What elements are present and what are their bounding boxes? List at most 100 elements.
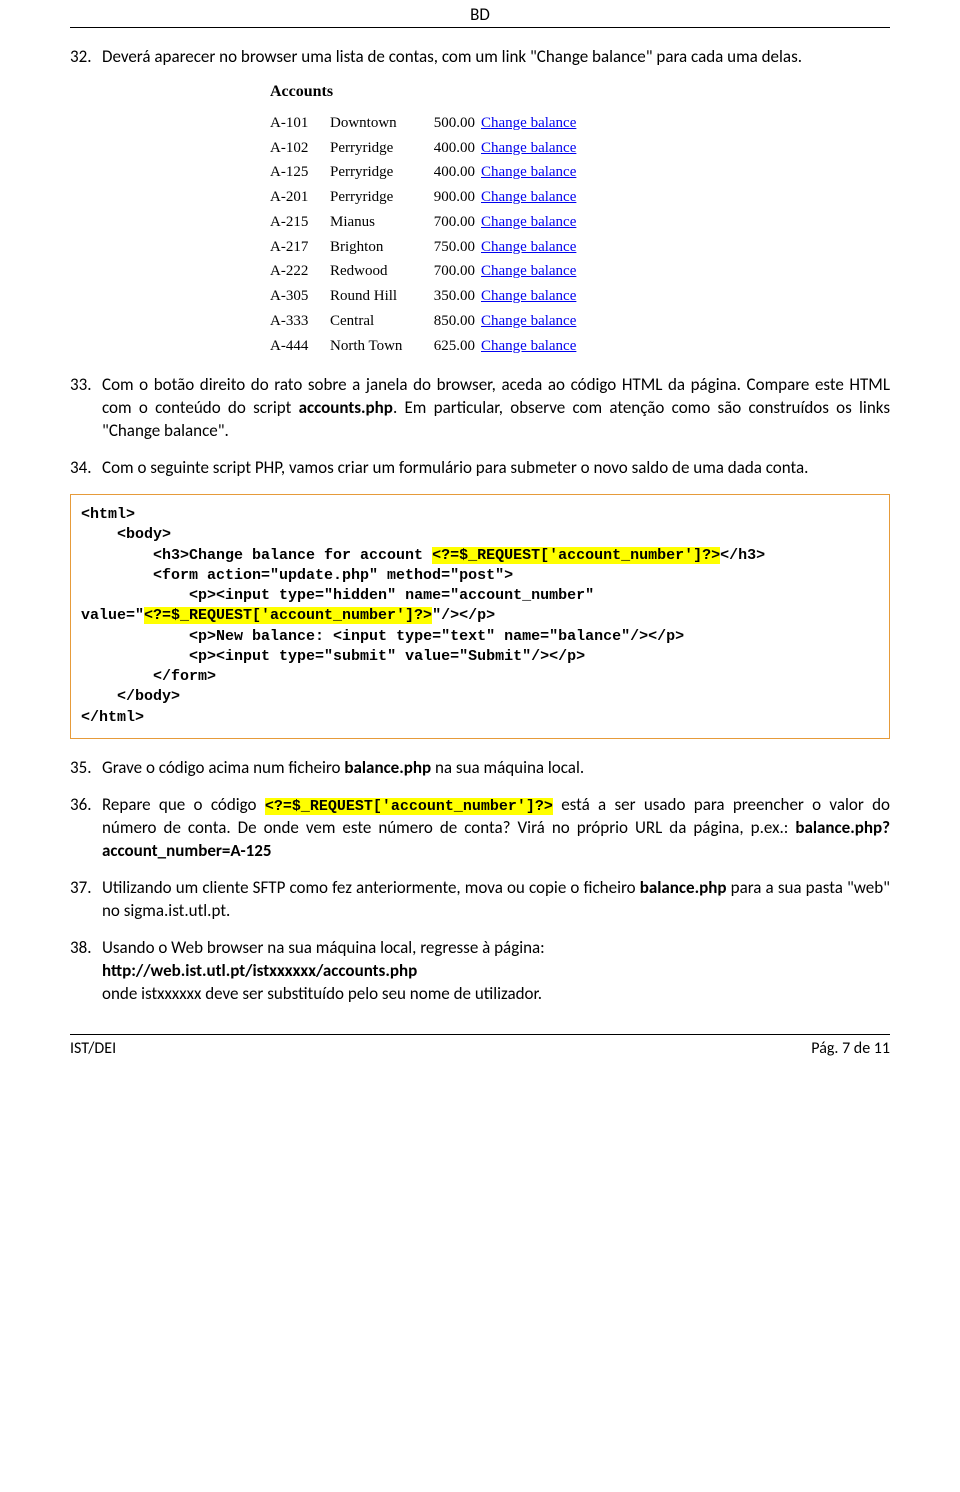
step-number: 35. xyxy=(70,757,102,780)
text-line: Usando o Web browser na sua máquina loca… xyxy=(102,937,890,960)
table-row: A-201 Perryridge 900.00 Change balance xyxy=(270,185,890,210)
change-balance-link[interactable]: Change balance xyxy=(481,185,576,210)
step-number: 32. xyxy=(70,46,102,69)
accounts-block: Accounts A-101 Downtown 500.00 Change ba… xyxy=(270,83,890,359)
step-number: 34. xyxy=(70,457,102,480)
url-line: http://web.ist.utl.pt/istxxxxxx/accounts… xyxy=(102,960,890,983)
step-38: 38. Usando o Web browser na sua máquina … xyxy=(70,937,890,1006)
account-id: A-305 xyxy=(270,284,330,309)
step-text: Deverá aparecer no browser uma lista de … xyxy=(102,46,890,69)
account-branch: Perryridge xyxy=(330,160,420,185)
step-number: 38. xyxy=(70,937,102,1006)
text-part: Utilizando um cliente SFTP como fez ante… xyxy=(102,877,640,898)
code-line: <p><input type="submit" value="Submit"/>… xyxy=(81,648,585,665)
step-32: 32. Deverá aparecer no browser uma lista… xyxy=(70,46,890,69)
table-row: A-333 Central 850.00 Change balance xyxy=(270,309,890,334)
footer-rule xyxy=(70,1034,890,1035)
code-line: value=" xyxy=(81,607,144,624)
code-highlight: <?=$_REQUEST['account_number']?> xyxy=(432,547,720,564)
code-line: "/></p> xyxy=(432,607,495,624)
table-row: A-305 Round Hill 350.00 Change balance xyxy=(270,284,890,309)
account-id: A-102 xyxy=(270,136,330,161)
account-id: A-101 xyxy=(270,111,330,136)
code-line: <p>New balance: <input type="text" name=… xyxy=(81,628,684,645)
change-balance-link[interactable]: Change balance xyxy=(481,136,576,161)
footer-left: IST/DEI xyxy=(70,1039,116,1058)
table-row: A-444 North Town 625.00 Change balance xyxy=(270,334,890,359)
table-row: A-125 Perryridge 400.00 Change balance xyxy=(270,160,890,185)
code-highlight: <?=$_REQUEST['account_number']?> xyxy=(144,607,432,624)
account-branch: Round Hill xyxy=(330,284,420,309)
footer-right: Pág. 7 de 11 xyxy=(811,1039,890,1058)
step-number: 37. xyxy=(70,877,102,923)
account-balance: 750.00 xyxy=(420,235,481,260)
text-part: Grave o código acima num ficheiro xyxy=(102,757,344,778)
change-balance-link[interactable]: Change balance xyxy=(481,235,576,260)
account-branch: Perryridge xyxy=(330,136,420,161)
step-text: Grave o código acima num ficheiro balanc… xyxy=(102,757,890,780)
text-part: na sua máquina local. xyxy=(431,757,584,778)
code-line: </h3> xyxy=(720,547,765,564)
table-row: A-222 Redwood 700.00 Change balance xyxy=(270,259,890,284)
page-header-title: BD xyxy=(70,0,890,27)
code-highlight: <?=$_REQUEST['account_number']?> xyxy=(265,798,553,815)
step-37: 37. Utilizando um cliente SFTP como fez … xyxy=(70,877,890,923)
code-line: <html> xyxy=(81,506,135,523)
account-balance: 400.00 xyxy=(420,136,481,161)
code-line: </form> xyxy=(81,668,216,685)
code-line: <form action="update.php" method="post"> xyxy=(81,567,513,584)
change-balance-link[interactable]: Change balance xyxy=(481,111,576,136)
account-branch: Mianus xyxy=(330,210,420,235)
table-row: A-102 Perryridge 400.00 Change balance xyxy=(270,136,890,161)
step-35: 35. Grave o código acima num ficheiro ba… xyxy=(70,757,890,780)
account-id: A-217 xyxy=(270,235,330,260)
change-balance-link[interactable]: Change balance xyxy=(481,160,576,185)
account-balance: 625.00 xyxy=(420,334,481,359)
code-line: <p><input type="hidden" name="account_nu… xyxy=(81,587,594,604)
code-block: <html> <body> <h3>Change balance for acc… xyxy=(70,494,890,739)
code-line: <h3>Change balance for account xyxy=(81,547,432,564)
text-part: Repare que o código xyxy=(102,794,265,815)
account-branch: North Town xyxy=(330,334,420,359)
filename: balance.php xyxy=(640,877,727,898)
step-33: 33. Com o botão direito do rato sobre a … xyxy=(70,374,890,443)
account-id: A-333 xyxy=(270,309,330,334)
step-text: Utilizando um cliente SFTP como fez ante… xyxy=(102,877,890,923)
account-branch: Redwood xyxy=(330,259,420,284)
change-balance-link[interactable]: Change balance xyxy=(481,309,576,334)
change-balance-link[interactable]: Change balance xyxy=(481,210,576,235)
step-text: Com o botão direito do rato sobre a jane… xyxy=(102,374,890,443)
account-balance: 700.00 xyxy=(420,259,481,284)
table-row: A-101 Downtown 500.00 Change balance xyxy=(270,111,890,136)
page-footer: IST/DEI Pág. 7 de 11 xyxy=(70,1039,890,1072)
step-text: Usando o Web browser na sua máquina loca… xyxy=(102,937,890,1006)
account-id: A-201 xyxy=(270,185,330,210)
account-balance: 900.00 xyxy=(420,185,481,210)
account-balance: 400.00 xyxy=(420,160,481,185)
account-id: A-222 xyxy=(270,259,330,284)
accounts-title: Accounts xyxy=(270,83,890,101)
change-balance-link[interactable]: Change balance xyxy=(481,259,576,284)
account-branch: Central xyxy=(330,309,420,334)
text-line: onde istxxxxxx deve ser substituído pelo… xyxy=(102,983,890,1006)
change-balance-link[interactable]: Change balance xyxy=(481,284,576,309)
account-branch: Downtown xyxy=(330,111,420,136)
step-36: 36. Repare que o código <?=$_REQUEST['ac… xyxy=(70,794,890,863)
step-number: 36. xyxy=(70,794,102,863)
account-balance: 350.00 xyxy=(420,284,481,309)
account-id: A-444 xyxy=(270,334,330,359)
step-number: 33. xyxy=(70,374,102,443)
step-text: Com o seguinte script PHP, vamos criar u… xyxy=(102,457,890,480)
step-34: 34. Com o seguinte script PHP, vamos cri… xyxy=(70,457,890,480)
table-row: A-217 Brighton 750.00 Change balance xyxy=(270,235,890,260)
header-rule xyxy=(70,27,890,28)
code-line: </body> xyxy=(81,688,180,705)
filename: balance.php xyxy=(344,757,431,778)
account-balance: 850.00 xyxy=(420,309,481,334)
change-balance-link[interactable]: Change balance xyxy=(481,334,576,359)
step-text: Repare que o código <?=$_REQUEST['accoun… xyxy=(102,794,890,863)
code-line: <body> xyxy=(81,526,171,543)
table-row: A-215 Mianus 700.00 Change balance xyxy=(270,210,890,235)
code-line: </html> xyxy=(81,709,144,726)
account-branch: Brighton xyxy=(330,235,420,260)
